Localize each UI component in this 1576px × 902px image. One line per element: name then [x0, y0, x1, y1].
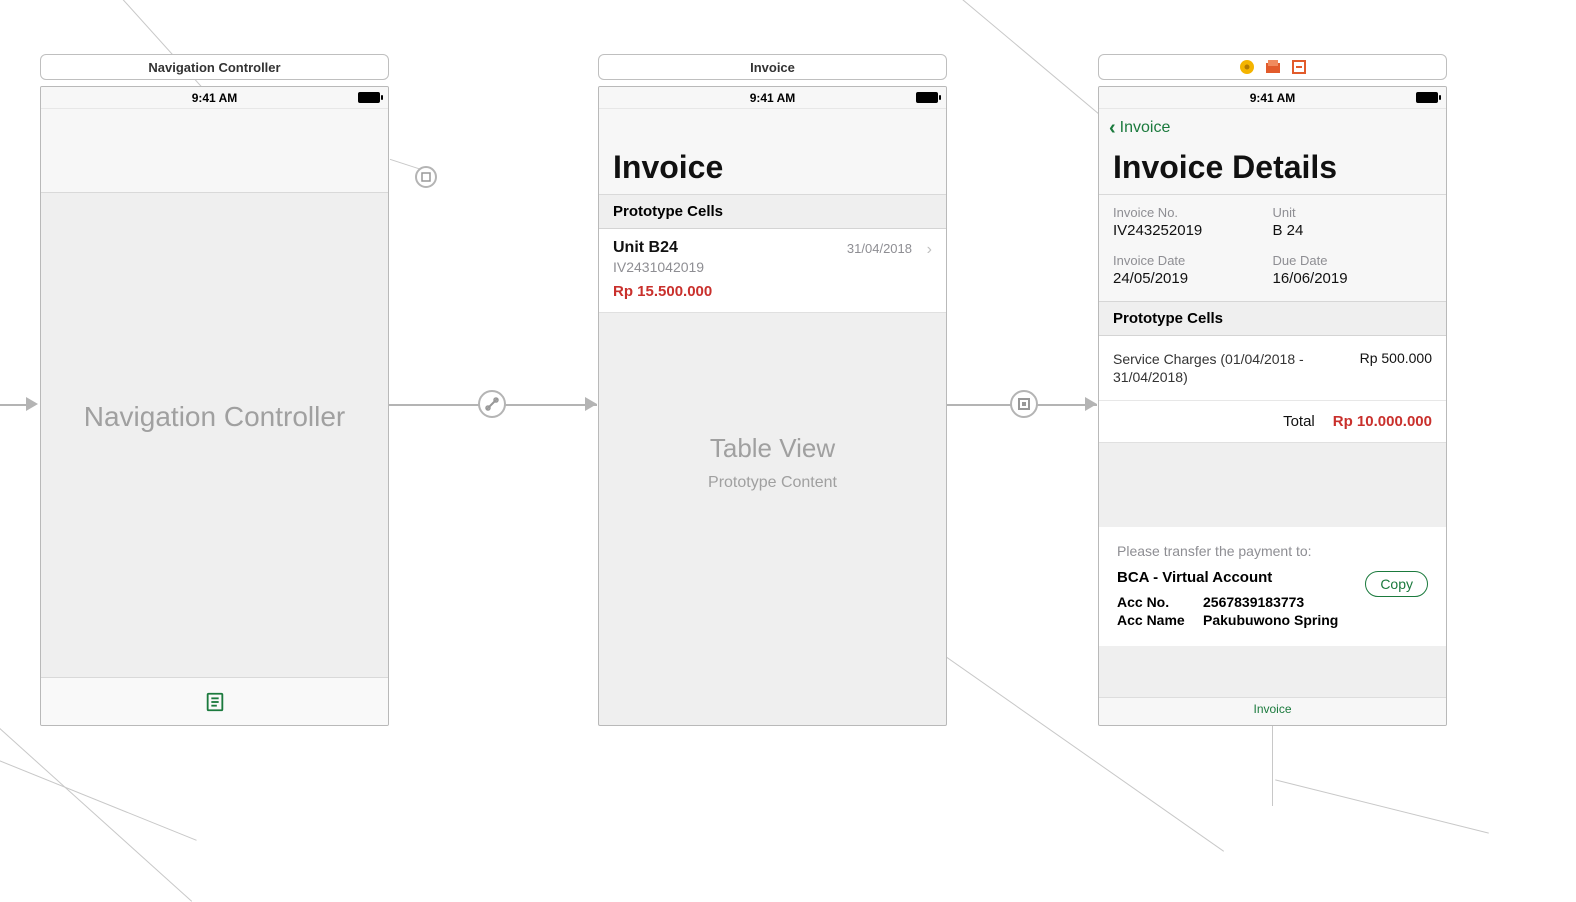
segue-2-3-show-icon[interactable] [1010, 390, 1038, 418]
field-label: Unit [1273, 205, 1433, 220]
scene2-label-text: Invoice [750, 60, 795, 75]
field-label: Invoice Date [1113, 253, 1273, 268]
status-bar: 9:41 AM [599, 87, 946, 109]
charge-description: Service Charges (01/04/2018 - 31/04/2018… [1113, 350, 1311, 386]
spacer [1099, 443, 1446, 527]
segue-1-2-arrowhead [585, 397, 597, 411]
field-value: IV243252019 [1113, 222, 1273, 239]
toolbar [41, 677, 388, 725]
status-time: 9:41 AM [1250, 91, 1296, 105]
invoice-meta-grid: Invoice No. IV243252019 Unit B 24 Invoic… [1099, 195, 1446, 302]
battery-icon [1416, 92, 1438, 103]
field-value: 24/05/2019 [1113, 270, 1273, 287]
aux-segue-icon [415, 166, 437, 188]
payment-instruction-text: Please transfer the payment to: [1117, 543, 1428, 559]
total-label: Total [1113, 413, 1333, 430]
field-invoice-date: Invoice Date 24/05/2019 [1113, 253, 1273, 287]
large-title-bar: Invoice Details [1099, 147, 1446, 195]
prototype-cells-header: Prototype Cells [599, 195, 946, 229]
field-label: Due Date [1273, 253, 1433, 268]
account-name-value: Pakubuwono Spring [1203, 612, 1338, 628]
page-title: Invoice [613, 149, 932, 186]
scene3-invoice-details[interactable]: 9:41 AM ‹ Invoice Invoice Details Invoic… [1098, 86, 1447, 726]
battery-icon [916, 92, 938, 103]
field-value: 16/06/2019 [1273, 270, 1433, 287]
charge-cell[interactable]: Service Charges (01/04/2018 - 31/04/2018… [1099, 336, 1446, 400]
scene2-label[interactable]: Invoice [598, 54, 947, 80]
scene3-label[interactable] [1098, 54, 1447, 80]
copy-button[interactable]: Copy [1365, 571, 1428, 597]
nav-back-label: Invoice [1120, 119, 1171, 137]
aux-connector-diag [1275, 779, 1489, 833]
charge-amount: Rp 500.000 [1311, 350, 1432, 386]
field-label: Invoice No. [1113, 205, 1273, 220]
total-row: Total Rp 10.000.000 [1099, 400, 1446, 443]
entry-segue-arrowhead [26, 397, 38, 411]
account-no-label: Acc No. [1117, 594, 1203, 610]
scene2-invoice[interactable]: 9:41 AM Invoice Prototype Cells Unit B24… [598, 86, 947, 726]
tab-invoice-label: Invoice [1253, 702, 1291, 716]
cell-date: 31/04/2018 [847, 241, 912, 256]
account-no-value: 2567839183773 [1203, 594, 1304, 610]
field-unit: Unit B 24 [1273, 205, 1433, 239]
account-name-label: Acc Name [1117, 612, 1203, 628]
field-value: B 24 [1273, 222, 1433, 239]
constraint-warning-icon [1239, 59, 1255, 75]
invoice-cell[interactable]: Unit B24 IV2431042019 Rp 15.500.000 31/0… [599, 229, 946, 313]
table-view-placeholder-title: Table View [599, 433, 946, 464]
table-view-placeholder: Table View Prototype Content [599, 313, 946, 492]
chevron-right-icon: › [927, 241, 932, 259]
large-title-bar: Invoice [599, 109, 946, 195]
aux-connector-down [1272, 726, 1273, 806]
segue-1-2-relationship-icon[interactable] [478, 390, 506, 418]
localization-warning-icon [1291, 59, 1307, 75]
segue-2-3-arrowhead [1085, 397, 1097, 411]
entry-segue-line [0, 404, 26, 406]
scene1-label[interactable]: Navigation Controller [40, 54, 389, 80]
account-name-row: Acc Name Pakubuwono Spring [1117, 612, 1428, 628]
nav-controller-body: Navigation Controller [41, 87, 388, 725]
prototype-cells-header: Prototype Cells [1099, 302, 1446, 336]
field-invoice-no: Invoice No. IV243252019 [1113, 205, 1273, 239]
nav-back-button[interactable]: ‹ Invoice [1099, 109, 1446, 147]
chevron-left-icon: ‹ [1109, 117, 1116, 140]
page-title: Invoice Details [1113, 149, 1432, 186]
field-due-date: Due Date 16/06/2019 [1273, 253, 1433, 287]
scene1-label-text: Navigation Controller [148, 60, 280, 75]
status-time: 9:41 AM [750, 91, 796, 105]
table-view-placeholder-sub: Prototype Content [599, 474, 946, 492]
nav-controller-placeholder-text: Navigation Controller [84, 401, 345, 433]
misplaced-view-icon [1265, 59, 1281, 75]
storyboard-canvas[interactable]: Navigation Controller 9:41 AM Navigation… [0, 0, 1576, 824]
tab-bar[interactable]: Invoice [1099, 697, 1446, 725]
storyboard-entry-icon [204, 691, 226, 713]
scene1-navigation-controller[interactable]: 9:41 AM Navigation Controller [40, 86, 389, 726]
total-amount: Rp 10.000.000 [1333, 413, 1432, 430]
cell-amount: Rp 15.500.000 [613, 283, 932, 300]
status-bar: 9:41 AM [1099, 87, 1446, 109]
cell-invoice-id: IV2431042019 [613, 259, 932, 275]
payment-section: Please transfer the payment to: BCA - Vi… [1099, 527, 1446, 646]
